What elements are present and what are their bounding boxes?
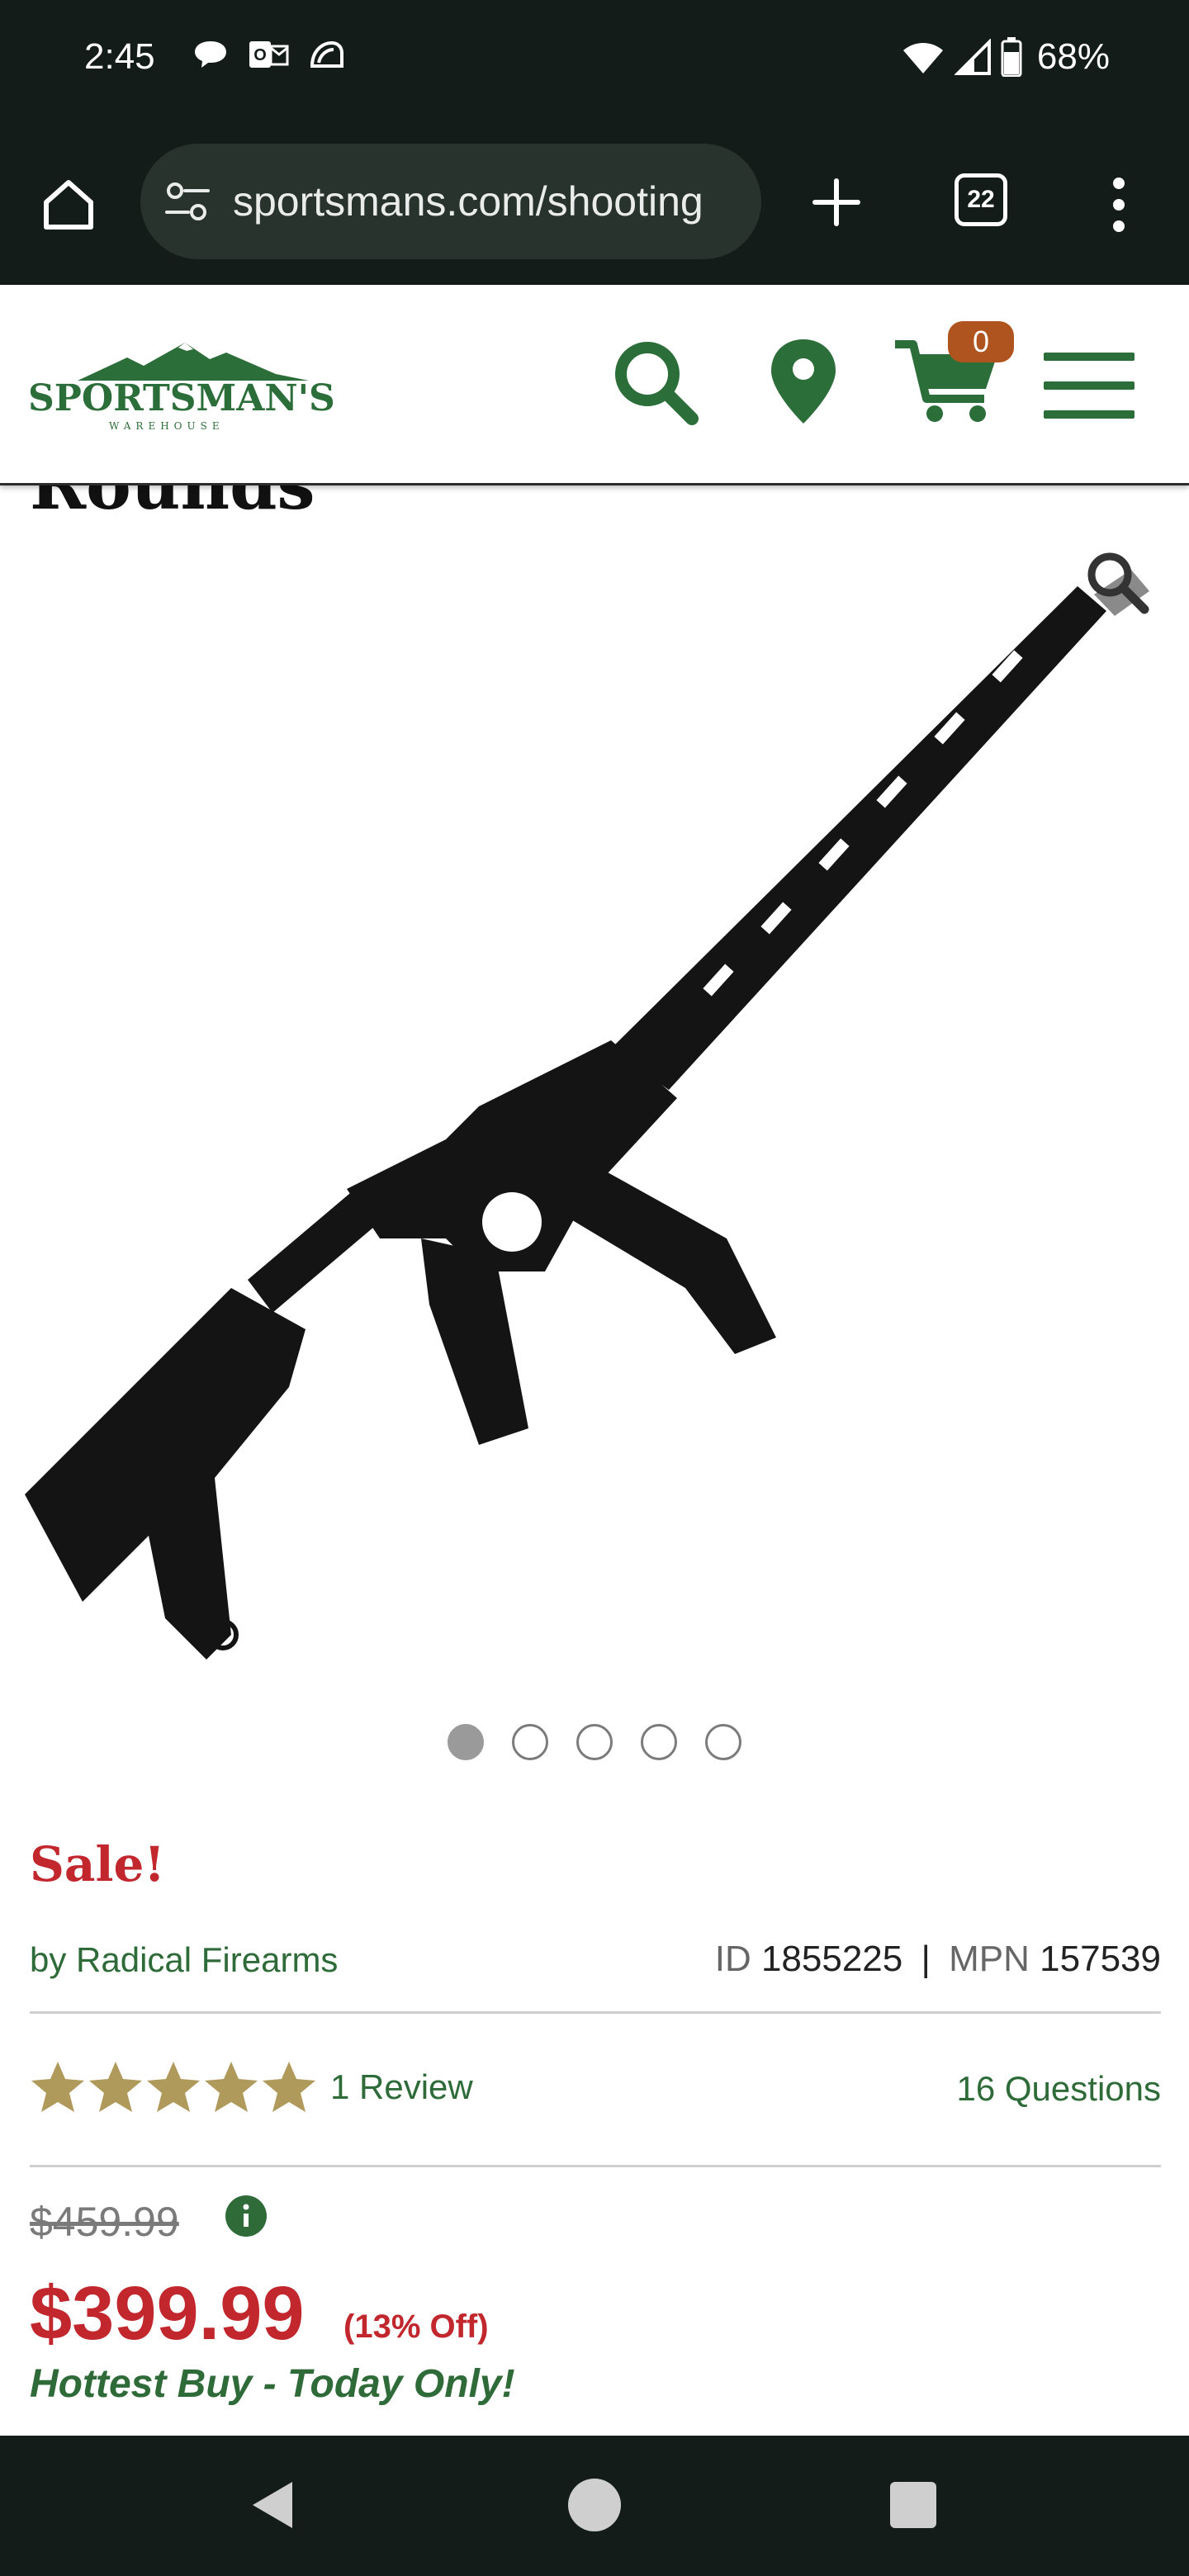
id-separator: |	[921, 1939, 931, 1979]
plus-icon	[812, 178, 860, 226]
carousel-dot[interactable]	[448, 1724, 484, 1760]
carousel-dot[interactable]	[512, 1724, 548, 1760]
wifi-icon	[902, 43, 943, 73]
home-circle-icon[interactable]	[568, 2479, 621, 2531]
star-icon	[263, 2062, 315, 2112]
tab-switcher-button[interactable]: 22	[955, 173, 1007, 226]
battery-percent: 68%	[1036, 36, 1110, 77]
promo-text: Hottest Buy - Today Only!	[30, 2362, 515, 2406]
hamburger-menu-icon[interactable]	[1044, 353, 1135, 419]
carousel-dot[interactable]	[705, 1724, 741, 1760]
percent-off: (13% Off)	[343, 2308, 489, 2345]
star-icon	[31, 2062, 84, 2112]
tune-icon[interactable]	[163, 178, 211, 225]
stars-row	[30, 2059, 319, 2115]
mpn-value: 157539	[1040, 1939, 1161, 1979]
tab-count: 22	[967, 186, 995, 213]
home-icon	[44, 180, 93, 230]
status-time: 2:45	[84, 36, 155, 77]
id-label: ID	[714, 1939, 751, 1979]
original-price: $459.99	[30, 2199, 179, 2245]
sportsmans-logo[interactable]: SPORTSMAN'S WAREHOUSE	[28, 341, 335, 432]
logo-subtext: WAREHOUSE	[109, 420, 225, 432]
sale-price: $399.99	[30, 2271, 305, 2356]
star-icon	[89, 2062, 142, 2112]
logo-text: SPORTSMAN'S	[28, 377, 335, 419]
divider	[30, 2165, 1161, 2167]
taco-bell-icon	[310, 40, 343, 68]
svg-text:O: O	[253, 46, 267, 64]
chat-bubble-icon	[195, 41, 226, 68]
address-bar[interactable]: sportsmans.com/shooting	[140, 144, 761, 259]
carousel-dot[interactable]	[576, 1724, 613, 1760]
cart-count-badge: 0	[948, 321, 1014, 362]
sale-label: Sale!	[30, 1836, 165, 1892]
back-icon[interactable]	[248, 2479, 297, 2531]
new-tab-button[interactable]	[799, 165, 874, 239]
star-icon	[147, 2062, 200, 2112]
outlook-icon: O	[249, 41, 289, 68]
browser-home-button[interactable]	[33, 169, 104, 240]
star-rating[interactable]: 1 Review	[30, 2059, 473, 2115]
search-icon[interactable]	[609, 336, 700, 427]
mountain-logo-icon	[78, 343, 309, 381]
recents-icon[interactable]	[890, 2482, 936, 2528]
divider	[30, 2011, 1161, 2014]
reviews-link[interactable]: 1 Review	[330, 2067, 473, 2107]
zoom-icon[interactable]	[1082, 547, 1151, 616]
browser-toolbar: sportsmans.com/shooting 22	[0, 124, 1189, 285]
carousel-dot[interactable]	[641, 1724, 677, 1760]
cart-button[interactable]: 0	[892, 321, 1016, 429]
star-icon	[205, 2062, 258, 2112]
id-value: 1855225	[760, 1939, 903, 1979]
product-image[interactable]	[17, 561, 1172, 1684]
system-nav-bar	[0, 2436, 1189, 2576]
mpn-label: MPN	[949, 1939, 1030, 1979]
url-text: sportsmans.com/shooting	[233, 178, 703, 225]
status-bar: 2:45 O 68%	[0, 0, 1189, 124]
brand-link[interactable]: by Radical Firearms	[30, 1940, 338, 1980]
cell-signal-icon	[954, 39, 991, 75]
more-vert-icon[interactable]	[1098, 163, 1139, 246]
location-pin-icon[interactable]	[766, 336, 841, 427]
questions-link[interactable]: 16 Questions	[957, 2069, 1162, 2109]
image-carousel-dots	[0, 1724, 1189, 1760]
product-ids: ID 1855225 | MPN 157539	[715, 1939, 1161, 1980]
site-header: SPORTSMAN'S WAREHOUSE 0	[0, 285, 1189, 485]
battery-icon	[1001, 37, 1022, 77]
info-icon[interactable]	[225, 2195, 268, 2237]
